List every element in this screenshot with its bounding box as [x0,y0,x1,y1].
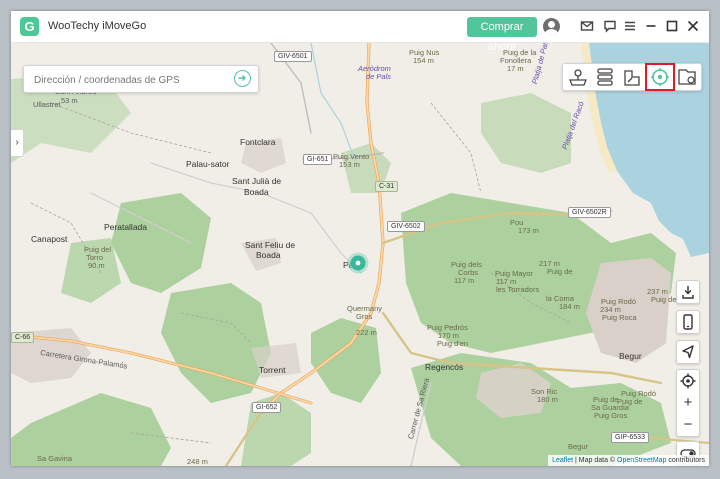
road-shield: GIV-6502R [568,207,611,218]
map-label: Boada [244,187,269,197]
map-label: Puig de [617,397,643,406]
attribution-tail: contributors [666,457,705,464]
navigation-arrow-icon [682,345,694,359]
map-label: Sant Feliu de [245,240,296,250]
two-spot-mode-icon[interactable] [592,65,618,89]
arrow-right-icon [238,75,246,81]
map-label: Puig Roca [602,313,637,322]
sidebar-toggle[interactable]: › [11,129,24,157]
search-input[interactable] [32,71,226,89]
maximize-icon[interactable] [665,19,679,33]
map-label: 248 m [187,457,208,466]
avatar-icon[interactable] [543,18,560,35]
map-label: 180 m [537,395,558,404]
zoom-in-button[interactable]: + [677,392,699,414]
map-label: Regencós [425,362,464,372]
road-shield: GI-652 [252,402,282,413]
road-shield: GI-651 [303,154,333,165]
joystick-mode-icon[interactable] [645,63,675,91]
map-label: Sa Gavina [37,454,73,463]
map-label: 153 m [339,160,360,169]
map-label: 222 m [356,328,377,337]
navigate-button[interactable] [676,340,700,364]
map-label: Puig d'en [437,339,469,348]
map-label: Ullastret [33,100,61,109]
device-button[interactable] [676,310,700,334]
mail-icon[interactable] [580,19,594,33]
leaflet-link[interactable]: Leaflet [552,457,573,464]
map-label: 90 m [88,261,105,270]
multi-spot-mode-icon[interactable] [619,65,645,89]
phone-icon [683,314,693,330]
locate-me-button[interactable] [677,370,699,392]
road-shield: C-31 [375,181,399,192]
map-label: Gros [356,312,373,321]
map-label: Puig Gros [594,411,628,420]
app-window: G WooTechy iMoveGo Comprar ahora Ullastr… [11,11,709,466]
app-title: WooTechy iMoveGo [48,20,147,32]
map-label: de Pals [366,72,392,81]
road-shield: GIV-6501 [274,51,312,62]
map-label: 53 m [61,96,78,105]
buy-now-button[interactable]: Comprar ahora [467,17,537,53]
map-label: Puig de [547,267,573,276]
road-shield: GIP-6533 [611,432,649,443]
osm-link[interactable]: OpenStreetMap [617,457,666,464]
map-label: 184 m [559,302,580,311]
map-label: Torrent [259,365,286,375]
download-icon [682,286,694,299]
import-gpx-icon[interactable] [674,65,700,89]
map-view[interactable]: Ullastret Sant Andreu 53 m Fontclara Pal… [11,43,709,466]
minimize-icon[interactable] [644,19,658,33]
map-label: Boada [256,250,281,260]
map-label: les Torradors [496,285,540,294]
map-label: Begur [619,351,642,361]
zoom-out-button[interactable]: − [677,414,699,436]
go-button[interactable] [234,70,251,87]
attribution-text: | Map data © [573,457,618,464]
road-shield: GIV-6502 [387,221,425,232]
current-location-marker[interactable] [347,252,369,274]
map-attribution: Leaflet | Map data © OpenStreetMap contr… [548,455,709,466]
road-shield: C-66 [11,332,35,343]
close-icon[interactable] [686,19,700,33]
map-label: 17 m [507,64,524,73]
map-label: 154 m [413,56,434,65]
crosshair-icon [680,373,696,389]
map-label: Fontclara [240,137,276,147]
map-label: Puig de [651,295,677,304]
map-label: 117 m [454,276,475,285]
zoom-controls: + − [676,369,700,437]
titlebar: G WooTechy iMoveGo Comprar ahora [11,11,709,53]
map-label: 173 m [518,226,539,235]
feedback-icon[interactable] [603,19,617,33]
map-label: Begur [568,442,589,451]
map-label: Peratallada [104,222,148,232]
search-box [23,65,259,93]
mode-toolbar [562,63,702,91]
save-location-button[interactable] [676,280,700,304]
app-logo: G [20,17,39,36]
map-label: Palau-sator [186,159,230,169]
menu-icon[interactable] [623,19,637,33]
teleport-mode-icon[interactable] [565,65,591,89]
map-label: Sant Julià de [232,176,282,186]
map-label: Canapost [31,234,68,244]
